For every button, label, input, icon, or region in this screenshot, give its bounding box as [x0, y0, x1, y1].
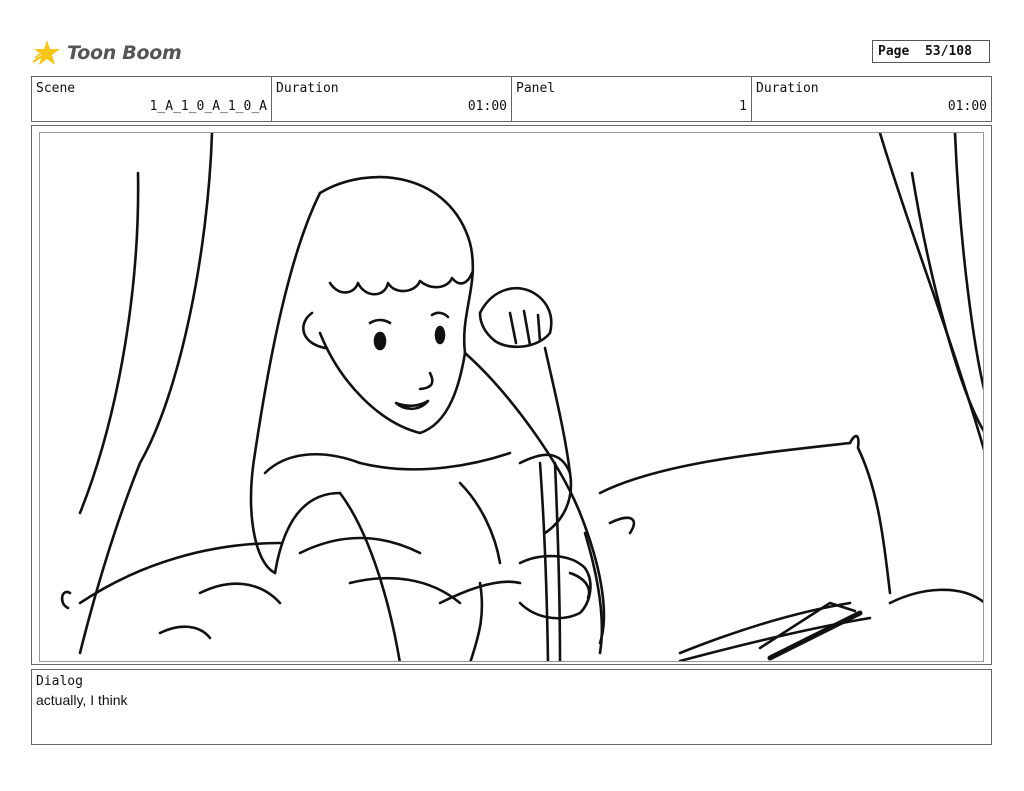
panel-label: Panel — [516, 81, 556, 96]
scene-cell: Scene 1_A_1_0_A_1_0_A — [32, 77, 272, 121]
duration-label: Duration — [276, 81, 339, 96]
page-number: 53/108 — [924, 44, 972, 59]
panel-drawing — [39, 132, 984, 662]
duration-value: 01:00 — [467, 99, 507, 114]
dialog-box: Dialog actually, I think — [31, 669, 992, 745]
dialog-label: Dialog — [36, 674, 83, 689]
storyboard-panel-frame — [31, 125, 992, 665]
page-label: Page — [878, 44, 910, 59]
scene-duration-cell: Duration 01:00 — [272, 77, 512, 121]
panel-duration-cell: Duration 01:00 — [752, 77, 991, 121]
dialog-text: actually, I think — [36, 692, 128, 708]
panel-value: 1 — [739, 99, 747, 114]
panel-duration-label: Duration — [756, 81, 819, 96]
page-indicator: Page 53/108 — [872, 40, 990, 63]
panel-cell: Panel 1 — [512, 77, 752, 121]
scene-label: Scene — [36, 81, 76, 96]
panel-duration-value: 01:00 — [947, 99, 987, 114]
brand-name: Toon Boom — [67, 42, 182, 64]
scene-value: 1_A_1_0_A_1_0_A — [149, 99, 267, 114]
toon-boom-logo: Toon Boom — [33, 36, 182, 70]
sketch-girl-in-bed — [60, 133, 983, 661]
toon-boom-star-icon — [33, 40, 60, 65]
storyboard-header: Scene 1_A_1_0_A_1_0_A Duration 01:00 Pan… — [31, 76, 992, 122]
